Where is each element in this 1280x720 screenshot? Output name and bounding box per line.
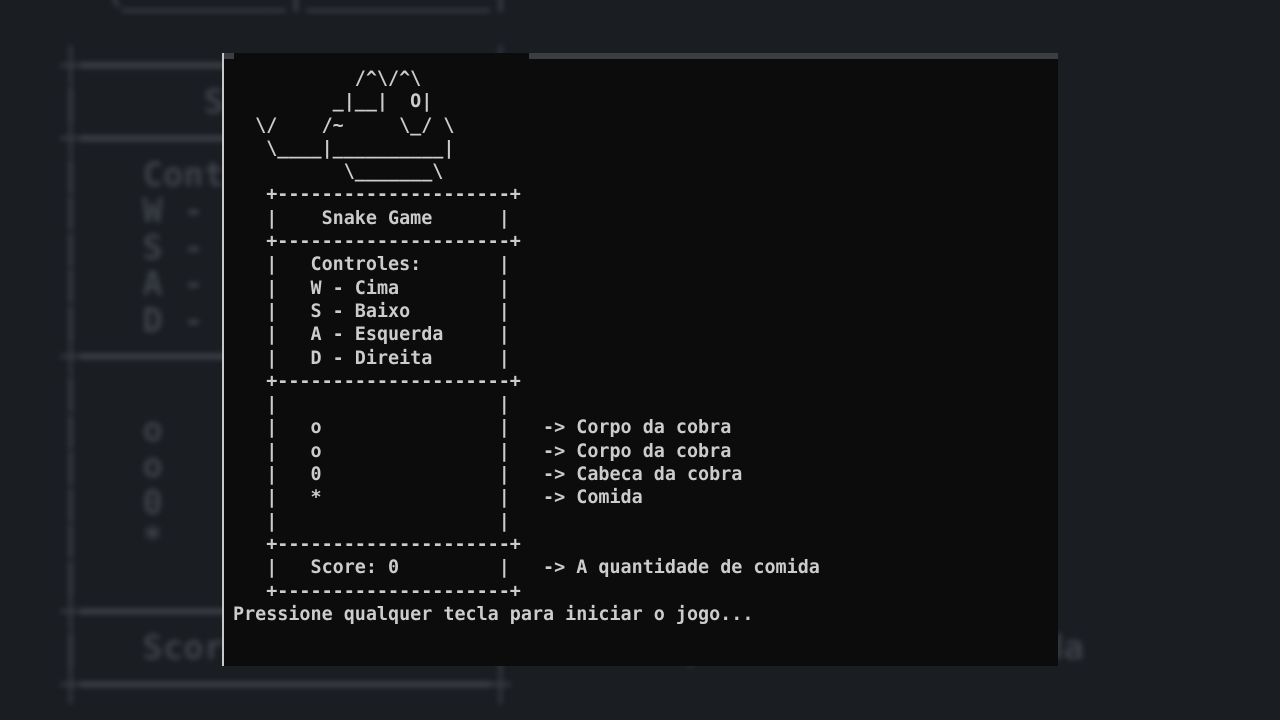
legend-symbol: * — [310, 487, 488, 509]
score-row: | Score: 0 | -> A quantidade de comida — [233, 557, 820, 579]
snake-ascii-art-line: \_______\ — [233, 161, 444, 183]
control-row: | A - Esquerda | — [233, 324, 510, 346]
legend-row: | 0 | -> Cabeca da cobra — [233, 464, 743, 486]
score-description: -> A quantidade de comida — [543, 557, 820, 579]
controls-header-row: | Controles: | — [233, 254, 510, 276]
snake-ascii-art-line: \____|__________| — [233, 137, 455, 159]
legend-description: -> Cabeca da cobra — [543, 464, 743, 486]
control-row: | D - Direita | — [233, 347, 510, 369]
snake-ascii-art-line: _|__| O| — [233, 91, 433, 113]
score-label: Score: 0 — [310, 557, 488, 579]
legend-description: -> Corpo da cobra — [543, 440, 732, 462]
game-title-row: | Snake Game | — [233, 207, 510, 229]
box-border: +---------------------+ — [233, 533, 521, 555]
box-border: +---------------------+ — [233, 580, 521, 602]
legend-row: | o | -> Corpo da cobra — [233, 440, 732, 462]
box-empty-row: | | — [233, 394, 510, 416]
terminal-window[interactable]: /^\/^\ _|__| O| \/ /~ \_/ \ \____|______… — [222, 53, 1058, 666]
legend-description: -> Corpo da cobra — [543, 417, 732, 439]
legend-symbol: o — [310, 417, 488, 439]
legend-description: -> Comida — [543, 487, 643, 509]
legend-symbol: 0 — [310, 464, 488, 486]
snake-ascii-art-line: \/ /~ \_/ \ — [233, 114, 455, 136]
box-empty-row: | | — [233, 510, 510, 532]
box-border: +---------------------+ — [233, 184, 521, 206]
terminal-titlebar-corner — [224, 53, 234, 59]
control-item: A - Esquerda — [310, 324, 488, 346]
snake-ascii-art-line: /^\/^\ — [233, 68, 422, 89]
legend-row: | o | -> Corpo da cobra — [233, 417, 732, 439]
game-title: Snake Game — [277, 207, 488, 229]
box-border: +---------------------+ — [233, 231, 521, 253]
terminal-output: /^\/^\ _|__| O| \/ /~ \_/ \ \____|______… — [233, 67, 820, 626]
control-item: D - Direita — [310, 347, 488, 369]
start-prompt: Pressione qualquer tecla para iniciar o … — [233, 603, 754, 625]
legend-row: | * | -> Comida — [233, 487, 643, 509]
control-item: W - Cima — [310, 277, 488, 299]
legend-symbol: o — [310, 440, 488, 462]
box-border: +---------------------+ — [233, 370, 521, 392]
control-row: | S - Baixo | — [233, 300, 510, 322]
control-item: S - Baixo — [310, 300, 488, 322]
terminal-titlebar — [529, 53, 1058, 59]
controls-header: Controles: — [310, 254, 488, 276]
control-row: | W - Cima | — [233, 277, 510, 299]
